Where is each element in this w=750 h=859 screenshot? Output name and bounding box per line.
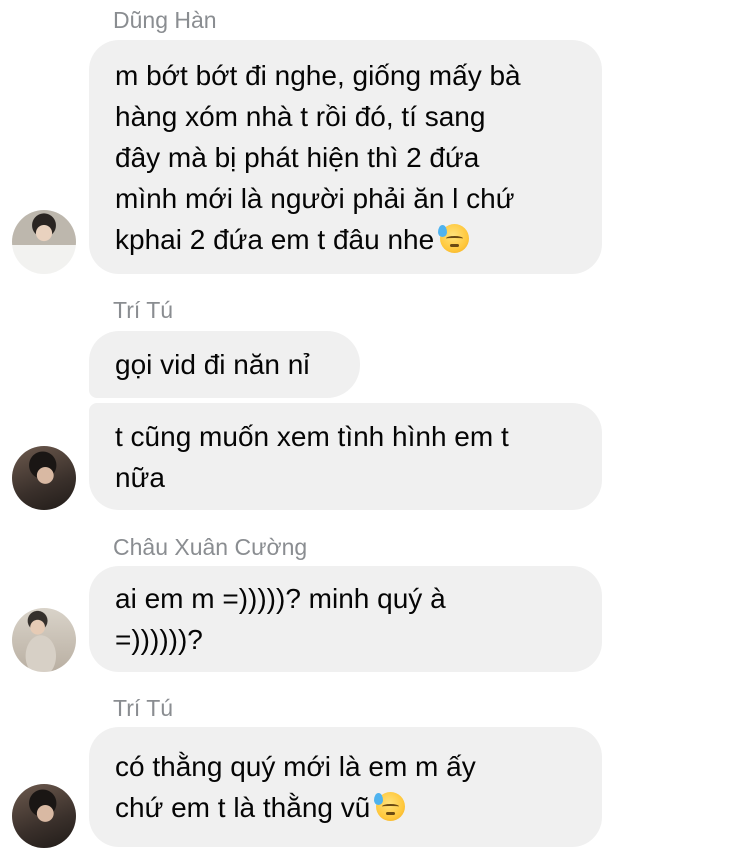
downcast-face-with-sweat-icon [374,792,406,821]
message-line: nữa [115,461,165,493]
avatar[interactable] [12,446,76,510]
message-line: chứ em t là thằng vũ [115,792,371,823]
message-line: kphai 2 đứa em t đâu nhe [115,223,435,255]
message-line: hàng xóm nhà t rồi đó, tí sang [115,100,486,132]
message-line: đây mà bị phát hiện thì 2 đứa [115,141,480,173]
sender-name: Châu Xuân Cường [113,534,308,560]
sender-name: Dũng Hàn [113,7,217,33]
message-line: t cũng muốn xem tình hình em t [115,420,509,452]
downcast-face-with-sweat-icon [438,223,470,253]
message-line: có thằng quý mới là em m ấy [115,751,476,782]
message-bubble[interactable]: m bớt bớt đi nghe, giống mấy bà hàng xóm… [89,40,602,274]
message-line: m bớt bớt đi nghe, giống mấy bà [115,59,521,91]
message-line: ai em m =)))))? minh quý à [115,583,446,614]
message-line: mình mới là người phải ăn l chứ [115,182,515,214]
message-bubble[interactable]: gọi vid đi năn nỉ [89,331,360,398]
message-bubble[interactable]: t cũng muốn xem tình hình em t nữa [89,403,602,510]
sender-name: Trí Tú [113,297,174,323]
message-bubble[interactable]: ai em m =)))))? minh quý à =))))))? [89,566,602,672]
message-line-with-emoji: kphai 2 đứa em t đâu nhe [115,219,576,260]
message-line: gọi vid đi năn nỉ [115,349,310,380]
sender-name: Trí Tú [113,695,174,721]
avatar[interactable] [12,608,76,672]
message-line: =))))))? [115,624,203,655]
message-bubble[interactable]: có thằng quý mới là em m ấy chứ em t là … [89,727,602,847]
avatar[interactable] [12,784,76,848]
message-line-with-emoji: chứ em t là thằng vũ [115,787,576,828]
avatar[interactable] [12,210,76,274]
